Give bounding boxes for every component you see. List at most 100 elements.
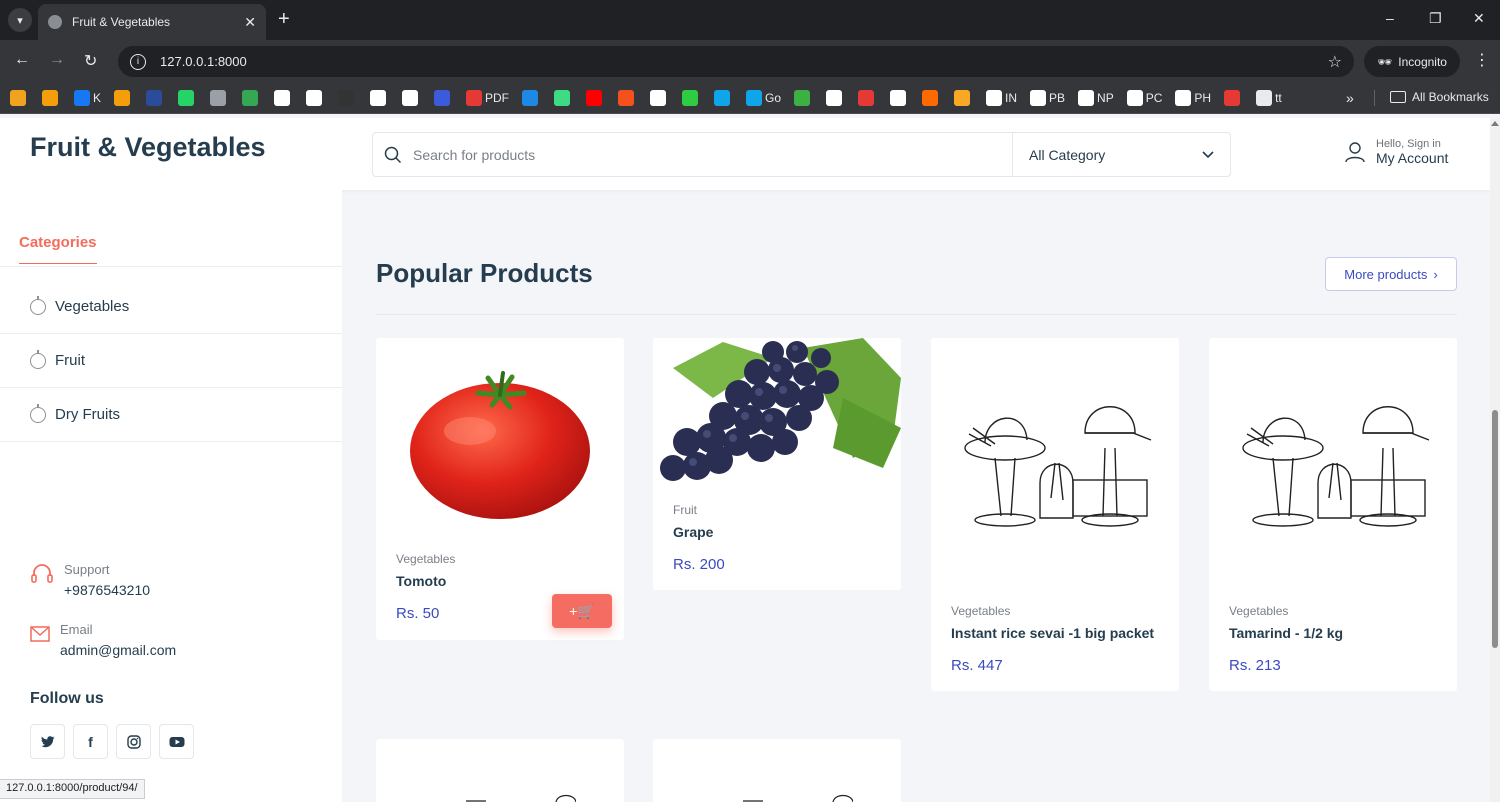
bookmark-item[interactable] — [954, 88, 973, 108]
tomato-image[interactable] — [376, 338, 624, 538]
bookmark-item[interactable] — [338, 88, 357, 108]
forward-arrow-icon[interactable]: → — [49, 51, 65, 69]
bookmark-item[interactable]: K — [74, 88, 101, 108]
bookmark-item[interactable] — [618, 88, 637, 108]
tab-title: Fruit & Vegetables — [72, 15, 171, 29]
product-card-grape[interactable]: Fruit Grape Rs. 200 — [653, 338, 901, 590]
site-info-icon[interactable]: i — [130, 53, 146, 70]
minimize-button[interactable]: – — [1386, 10, 1394, 26]
bookmark-favicon-icon — [178, 89, 195, 106]
site-brand[interactable]: Fruit & Vegetables — [30, 132, 266, 163]
bookmark-item[interactable]: tt — [1256, 88, 1282, 108]
apple-icon — [30, 349, 46, 369]
close-window-button[interactable]: ✕ — [1473, 10, 1485, 27]
youtube-icon[interactable] — [159, 724, 194, 759]
bookmark-item[interactable] — [826, 88, 845, 108]
bookmark-label: NP — [1097, 90, 1114, 105]
tab-close-icon[interactable]: ✕ — [244, 14, 256, 31]
bookmark-item[interactable] — [242, 88, 261, 108]
hats-sketch-image[interactable] — [1209, 338, 1457, 588]
product-category: Fruit — [673, 503, 697, 517]
url-text[interactable]: 127.0.0.1:8000 — [160, 54, 1328, 69]
bookmark-item[interactable] — [650, 88, 669, 108]
product-card-instant-rice-sevai[interactable]: Vegetables Instant rice sevai -1 big pac… — [931, 338, 1179, 691]
all-bookmarks-label: All Bookmarks — [1412, 90, 1489, 104]
sidebar-item-fruit[interactable]: Fruit — [0, 334, 342, 388]
web-page: Fruit & Vegetables All Category Hello, S… — [0, 118, 1490, 802]
bookmark-item[interactable] — [370, 88, 389, 108]
product-name[interactable]: Instant rice sevai -1 big packet — [951, 625, 1154, 641]
back-arrow-icon[interactable]: ← — [14, 51, 30, 69]
bookmark-item[interactable] — [586, 88, 605, 108]
address-bar[interactable]: i 127.0.0.1:8000 ☆ — [118, 46, 1354, 77]
bookmark-favicon-icon — [714, 89, 731, 106]
bookmark-item[interactable] — [1224, 88, 1243, 108]
bookmark-item[interactable] — [434, 88, 453, 108]
bookmark-item[interactable]: Go — [746, 88, 781, 108]
reload-icon[interactable]: ↻ — [84, 51, 97, 71]
bookmark-item[interactable] — [146, 88, 165, 108]
bookmark-item[interactable] — [274, 88, 293, 108]
bookmark-item[interactable] — [682, 88, 701, 108]
product-card[interactable] — [376, 739, 624, 802]
product-card-tamarind[interactable]: Vegetables Tamarind - 1/2 kg Rs. 213 — [1209, 338, 1457, 691]
bookmark-star-icon[interactable]: ☆ — [1328, 52, 1342, 72]
grapes-image[interactable] — [653, 338, 901, 486]
add-to-cart-button[interactable]: +🛒 — [552, 594, 612, 628]
sidebar-item-vegetables[interactable]: Vegetables — [0, 280, 342, 334]
bookmark-item[interactable] — [922, 88, 941, 108]
bookmark-favicon-icon — [114, 89, 131, 106]
hats-sketch-image[interactable] — [931, 338, 1179, 588]
bookmark-label: PB — [1049, 90, 1066, 105]
browser-menu-icon[interactable]: ⋮ — [1474, 50, 1490, 70]
email-address[interactable]: admin@gmail.com — [60, 642, 176, 658]
facebook-icon[interactable]: f — [73, 724, 108, 759]
bookmark-item[interactable] — [522, 88, 541, 108]
bookmark-item[interactable] — [114, 88, 133, 108]
bookmark-item[interactable] — [306, 88, 325, 108]
browser-tab[interactable]: Fruit & Vegetables ✕ — [38, 4, 266, 40]
search-bar: All Category — [372, 132, 1231, 177]
product-card-tomoto[interactable]: Vegetables Tomoto Rs. 50 +🛒 — [376, 338, 624, 640]
search-icon — [373, 146, 413, 164]
new-tab-button[interactable]: + — [278, 8, 290, 30]
bookmark-item[interactable]: PB — [1030, 88, 1065, 108]
bookmark-item[interactable] — [714, 88, 733, 108]
bookmark-item[interactable] — [42, 88, 61, 108]
bookmark-item[interactable] — [178, 88, 197, 108]
more-products-label: More products — [1344, 266, 1428, 282]
incognito-badge[interactable]: 🕶 Incognito — [1364, 46, 1460, 77]
scrollbar-thumb[interactable] — [1492, 410, 1498, 648]
scroll-up-arrow-icon[interactable] — [1491, 121, 1499, 126]
support-phone[interactable]: +9876543210 — [64, 582, 150, 598]
bookmark-item[interactable]: NP — [1078, 88, 1114, 108]
search-input[interactable] — [413, 146, 1012, 163]
bookmark-item[interactable] — [402, 88, 421, 108]
bookmark-label: IN — [1005, 90, 1018, 105]
bookmark-item[interactable] — [554, 88, 573, 108]
product-card[interactable] — [653, 739, 901, 802]
product-name[interactable]: Tomoto — [396, 573, 446, 589]
tab-list-button[interactable]: ▾ — [8, 8, 32, 32]
bookmark-item[interactable] — [890, 88, 909, 108]
bookmarks-overflow-icon[interactable]: » — [1346, 90, 1354, 106]
more-products-button[interactable]: More products › — [1325, 257, 1457, 291]
bookmark-item[interactable]: PDF — [466, 88, 509, 108]
bookmark-item[interactable] — [10, 88, 29, 108]
bookmark-item[interactable] — [794, 88, 813, 108]
product-name[interactable]: Tamarind - 1/2 kg — [1229, 625, 1343, 641]
bookmark-item[interactable]: PC — [1126, 88, 1162, 108]
sidebar-item-dry-fruits[interactable]: Dry Fruits — [0, 388, 342, 442]
twitter-icon[interactable] — [30, 724, 65, 759]
bookmark-item[interactable]: PH — [1175, 88, 1211, 108]
product-name[interactable]: Grape — [673, 524, 713, 540]
bookmark-item[interactable] — [210, 88, 229, 108]
account-link[interactable]: Hello, Sign in My Account — [1344, 138, 1448, 166]
restore-button[interactable]: ❐ — [1429, 10, 1442, 27]
bookmark-item[interactable]: IN — [986, 88, 1017, 108]
all-bookmarks-button[interactable]: All Bookmarks — [1390, 90, 1489, 104]
category-select[interactable]: All Category — [1012, 133, 1230, 176]
bookmark-favicon-icon — [242, 89, 259, 106]
bookmark-item[interactable] — [858, 88, 877, 108]
instagram-icon[interactable] — [116, 724, 151, 759]
